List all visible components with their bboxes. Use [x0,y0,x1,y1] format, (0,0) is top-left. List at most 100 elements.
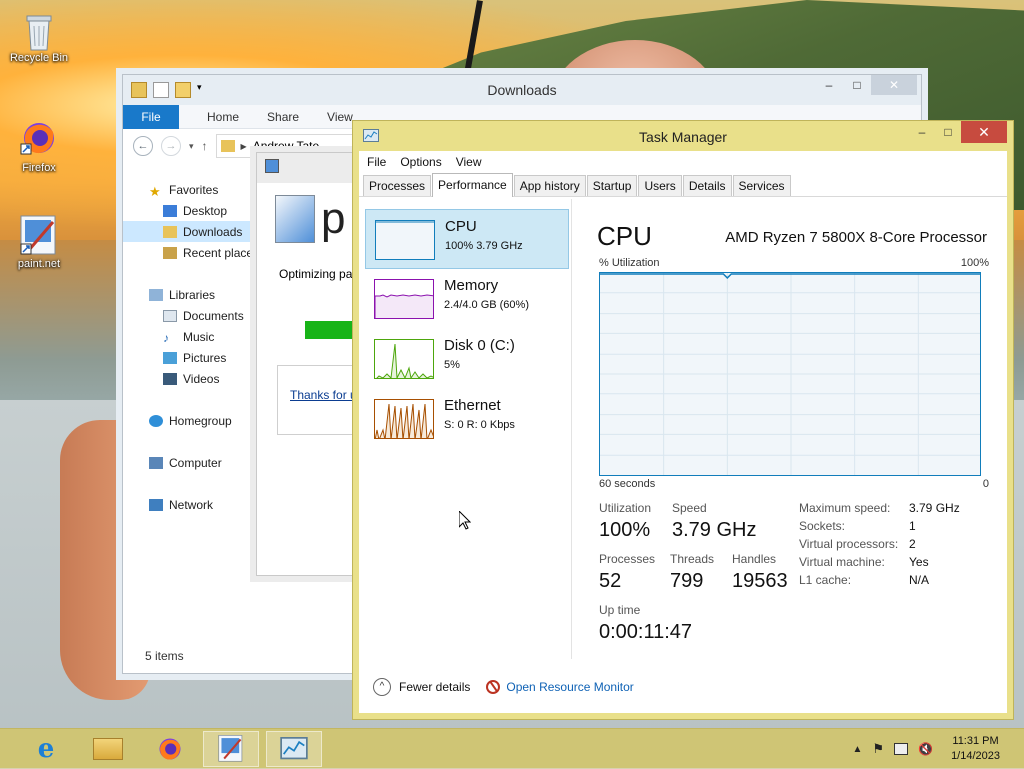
nav-pictures[interactable]: Pictures [123,347,263,368]
up-button[interactable]: ↑ [202,139,208,153]
chevron-up-icon: ^ [373,677,391,696]
taskbar-firefox[interactable] [142,731,198,767]
fewer-details-button[interactable]: ^ Fewer details [373,677,470,696]
menu-file[interactable]: File [367,155,386,169]
recent-places-icon [163,246,177,259]
clock-time: 11:31 PM [952,735,999,747]
resource-cpu[interactable]: CPU 100% 3.79 GHz [365,209,569,269]
kv-label: Sockets: [799,519,846,533]
tab-services[interactable]: Services [732,175,791,196]
resource-list: CPU 100% 3.79 GHz Memory 2.4/4.0 GB (60%… [359,199,572,659]
taskbar-task-manager[interactable] [266,731,322,767]
minimize-button[interactable]: – [815,75,843,95]
volume-muted-icon[interactable]: 🔇 [918,742,933,756]
tab-processes[interactable]: Processes [363,175,432,196]
desktop-icon-firefox[interactable]: Firefox [1,118,77,174]
resource-name: Ethernet [444,397,501,414]
menu-options[interactable]: Options [400,155,441,169]
kv-label: Virtual machine: [799,555,885,569]
taskbar-paintnet[interactable] [203,731,259,767]
tab-details[interactable]: Details [682,175,732,196]
action-center-flag-icon[interactable]: ⚑ [872,741,884,757]
nav-favorites[interactable]: ★ Favorites [123,179,263,200]
properties-icon[interactable] [153,82,169,98]
utilization-axis-label: % Utilization [599,257,660,269]
open-resource-monitor-link[interactable]: Open Resource Monitor [486,679,634,694]
resource-ethernet[interactable]: Ethernet S: 0 R: 0 Kbps [365,389,569,449]
explorer-titlebar[interactable]: ▾ Downloads – □ ✕ [123,75,921,105]
tab-performance[interactable]: Performance [432,173,513,197]
desktop-icon-paintnet[interactable]: paint.net [1,214,77,270]
nav-recent-places[interactable]: Recent places [123,242,263,263]
ribbon-tab-home[interactable]: Home [207,110,239,124]
paintnet-icon [19,214,59,255]
time-axis-end: 0 [982,478,989,490]
star-icon: ★ [149,183,161,199]
folder-icon[interactable] [131,82,147,98]
resource-name: Memory [444,277,499,294]
network-tray-icon[interactable] [894,743,909,755]
time-axis-start: 60 seconds [599,478,656,490]
quick-access-toolbar: ▾ [123,82,207,98]
tab-users[interactable]: Users [638,175,682,196]
ribbon-tab-file[interactable]: File [123,104,179,129]
thanks-link[interactable]: Thanks for us [290,388,363,402]
nav-homegroup[interactable]: Homegroup [123,410,263,431]
resource-disk[interactable]: Disk 0 (C:) 5% [365,329,569,389]
nav-documents[interactable]: Documents [123,305,263,326]
kv-value: 1 [909,519,916,533]
uptime-label: Up time [599,603,641,617]
kv-label: Maximum speed: [799,501,891,515]
utilization-axis-max: 100% [960,257,989,269]
maximize-button[interactable]: □ [935,121,961,143]
paintnet-update-dialog[interactable]: p Optimizing pa Thanks for us [256,152,367,576]
dialog-message: Optimizing pa [279,267,353,281]
taskbar: e ▲ ⚑ 🔇 11:31 PM 1/14/2023 [0,728,1024,768]
clock[interactable]: 11:31 PM 1/14/2023 [951,734,1000,764]
nav-libraries[interactable]: Libraries [123,284,263,305]
breadcrumb-andrew-tate[interactable]: Andrew Tate [253,139,320,153]
menu-view[interactable]: View [456,155,482,169]
nav-desktop[interactable]: Desktop [123,200,263,221]
kv-label: L1 cache: [799,573,852,587]
close-button[interactable]: ✕ [871,75,917,95]
resource-memory[interactable]: Memory 2.4/4.0 GB (60%) [365,269,569,329]
detail-title: CPU [597,221,652,251]
nav-downloads[interactable]: Downloads [123,221,263,242]
file-explorer-icon [93,738,123,760]
show-hidden-icons-icon[interactable]: ▲ [853,744,863,755]
tab-startup[interactable]: Startup [586,175,638,196]
new-folder-icon[interactable] [175,82,191,98]
taskbar-file-explorer[interactable] [80,731,136,767]
videos-icon [163,372,177,385]
nav-music[interactable]: ♪ Music [123,326,263,347]
nav-videos[interactable]: Videos [123,368,263,389]
maximize-button[interactable]: □ [843,75,871,95]
nav-network[interactable]: Network [123,494,263,515]
desktop-icon-recycle-bin[interactable]: Recycle Bin [1,8,77,64]
forward-button[interactable]: → [161,136,181,156]
ethernet-mini-graph [374,399,434,439]
close-button[interactable]: ✕ [961,121,1007,143]
resource-value: 100% 3.79 GHz [445,240,523,252]
recent-locations-icon[interactable]: ▾ [189,141,194,152]
ribbon-tab-view[interactable]: View [327,110,353,124]
chevron-down-icon[interactable]: ▾ [197,82,207,98]
minimize-button[interactable]: – [909,121,935,143]
resource-value: 5% [444,359,460,371]
task-manager-titlebar[interactable]: Task Manager – □ ✕ [353,121,1013,151]
kv-label: Virtual processors: [799,537,899,551]
tab-app-history[interactable]: App history [513,175,586,196]
nav-computer[interactable]: Computer [123,452,263,473]
firefox-icon [19,118,59,158]
back-button[interactable]: ← [133,136,153,156]
ribbon-tab-share[interactable]: Share [267,110,299,124]
desktop-icon [163,204,177,217]
kv-value: N/A [909,573,930,587]
mouse-cursor-icon [458,509,472,533]
task-manager-window[interactable]: Task Manager – □ ✕ File Options View Pro… [353,121,1013,719]
taskbar-internet-explorer[interactable]: e [18,731,74,767]
resource-name: Disk 0 (C:) [444,337,515,354]
threads-value: 799 [670,570,704,592]
paintnet-logo-text: p [321,194,346,243]
